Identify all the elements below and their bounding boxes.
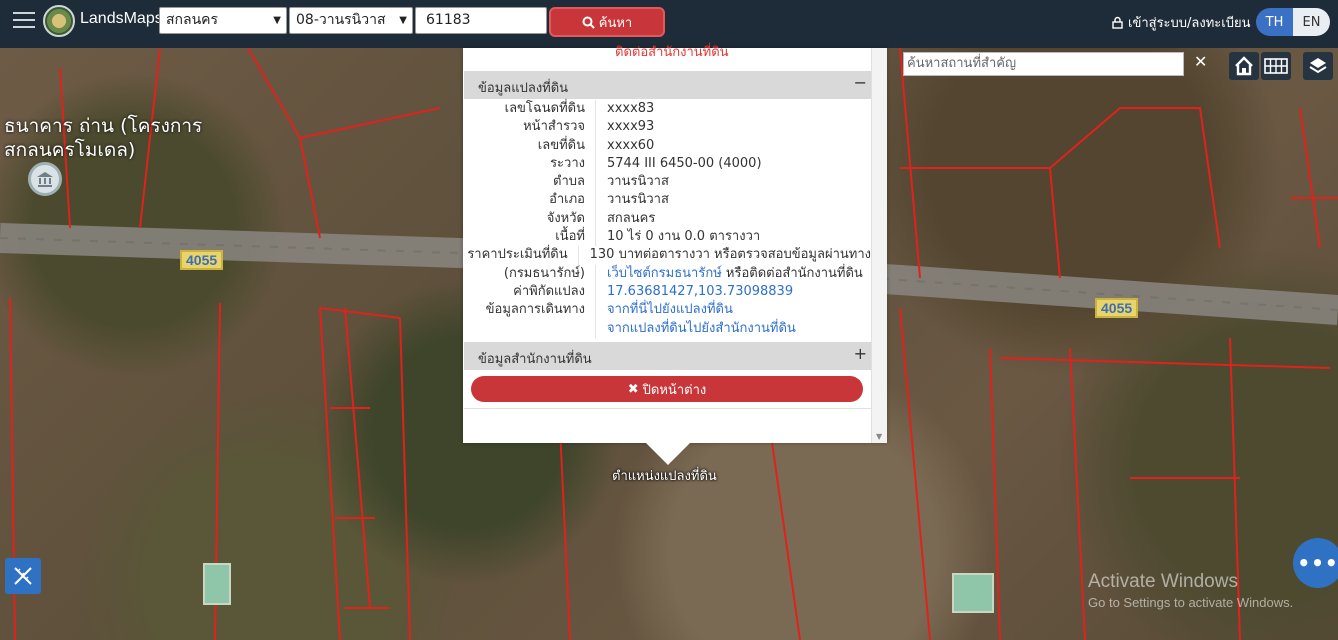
info-row: จากแปลงที่ดินไปยังสำนักงานที่ดิน (464, 319, 871, 338)
district-select[interactable]: 08-วานรนิวาส ▼ (289, 7, 413, 34)
search-icon (582, 16, 595, 29)
login-link[interactable]: เข้าสู่ระบบ/ลงทะเบียน (1112, 12, 1250, 33)
info-row: หน้าสำรวจ xxxx93 (464, 118, 871, 137)
lang-th-button[interactable]: TH (1256, 8, 1293, 36)
section-parcel-info-header[interactable]: ข้อมูลแปลงที่ดิน − (464, 71, 871, 99)
directions-to-office-link[interactable]: จากแปลงที่ดินไปยังสำนักงานที่ดิน (607, 321, 796, 336)
parcel-info-table: เลขโฉนดที่ดิน xxxx83 หน้าสำรวจ xxxx93 เลขท… (464, 100, 871, 338)
close-icon[interactable]: ✕ (1194, 52, 1207, 71)
road-number-label: 4055 (180, 250, 224, 270)
place-search-input[interactable]: ค้นหาสถานที่สำคัญ (903, 52, 1184, 76)
windows-activation-watermark: Activate Windows Go to Settings to activ… (1088, 571, 1294, 610)
brand-name: LandsMaps (80, 10, 163, 27)
district-select-value: 08-วานรนิวาส (296, 12, 386, 28)
ruler-icon (14, 567, 32, 585)
info-row: ตำบล วานรนิวาส (464, 173, 871, 192)
close-window-label: ปิดหน้าต่าง (642, 382, 707, 398)
logo (43, 5, 75, 37)
road-number-label: 4055 (1095, 298, 1139, 318)
parcel-number-input[interactable]: 61183 (415, 7, 547, 34)
info-row: ค่าพิกัดแปลง 17.63681427,103.73098839 (464, 282, 871, 302)
poi-bank-icon[interactable] (28, 162, 62, 196)
more-options-button[interactable]: ••• (1293, 538, 1338, 588)
info-row: ราคาประเมินที่ดิน 130 บาทต่อตารางวา หรือต… (464, 246, 871, 265)
directions-to-parcel-link[interactable]: จากที่นี่ไปยังแปลงที่ดิน (607, 302, 733, 317)
lang-en-button[interactable]: EN (1293, 8, 1330, 36)
close-window-button[interactable]: ✖ ปิดหน้าต่าง (471, 376, 863, 402)
parcel-info-popup: ติดต่อสำนักงานที่ดิน ข้อมูลแปลงที่ดิน − … (463, 45, 887, 443)
expand-icon: + (853, 344, 867, 363)
info-row: จังหวัด สกลนคร (464, 209, 871, 229)
popup-scrollbar[interactable]: ▼ (871, 48, 887, 443)
layers-icon (1309, 58, 1327, 74)
popup-top-text: ติดต่อสำนักงานที่ดิน (615, 45, 729, 60)
section-title: ข้อมูลแปลงที่ดิน (478, 81, 569, 96)
info-row: เลขโฉนดที่ดิน xxxx83 (464, 100, 871, 119)
info-row: อำเภอ วานรนิวาส (464, 191, 871, 210)
province-select[interactable]: สกลนคร ▼ (159, 7, 287, 34)
measure-tool-button[interactable] (5, 558, 41, 594)
divider (464, 408, 871, 409)
pond (203, 563, 231, 605)
section-office-info-header[interactable]: ข้อมูลสำนักงานที่ดิน + (464, 342, 871, 370)
search-button[interactable]: ค้นหา (549, 7, 665, 37)
coordinates-link[interactable]: 17.63681427,103.73098839 (607, 284, 793, 299)
popup-pointer (646, 443, 690, 465)
treasury-website-link[interactable]: เว็บไซต์กรมธนารักษ์ (607, 266, 722, 281)
info-row: (กรมธนารักษ์) เว็บไซต์กรมธนารักษ์ หรือติด… (464, 264, 871, 283)
menu-icon[interactable] (13, 12, 35, 30)
home-icon (1235, 56, 1253, 76)
info-row: เนื้อที่ 10 ไร่ 0 งาน 0.0 ตารางวา (464, 228, 871, 247)
info-row: เลขที่ดิน xxxx60 (464, 136, 871, 155)
info-row: ระวาง 5744 III 6450-00 (4000) (464, 154, 871, 174)
lock-icon (1112, 16, 1123, 29)
ellipsis-icon: ••• (1297, 551, 1338, 575)
search-button-label: ค้นหา (598, 15, 633, 31)
chevron-down-icon: ▼ (273, 15, 281, 26)
pond (952, 573, 994, 613)
info-row: ข้อมูลการเดินทาง จากที่นี่ไปยังแปลงที่ดิน (464, 301, 871, 320)
home-button[interactable] (1229, 52, 1259, 80)
poi-label: ธนาคาร ถ่าน (โครงการ สกลนครโมเดล) (4, 114, 202, 162)
marker-label: ตำแหน่งแปลงที่ดิน (612, 469, 717, 484)
collapse-icon: − (853, 73, 867, 92)
chevron-down-icon: ▼ (399, 15, 407, 26)
layers-button[interactable] (1303, 52, 1333, 80)
province-select-value: สกลนคร (166, 12, 219, 28)
poi-label-line: สกลนครโมเดล) (4, 139, 136, 161)
poi-label-line: ธนาคาร ถ่าน (โครงการ (4, 115, 203, 137)
grid-icon (1264, 58, 1288, 74)
grid-button[interactable] (1261, 52, 1291, 80)
scroll-down-icon: ▼ (876, 432, 883, 441)
login-label: เข้าสู่ระบบ/ลงทะเบียน (1128, 16, 1251, 31)
section-title: ข้อมูลสำนักงานที่ดิน (478, 352, 592, 367)
close-icon: ✖ (627, 381, 639, 397)
